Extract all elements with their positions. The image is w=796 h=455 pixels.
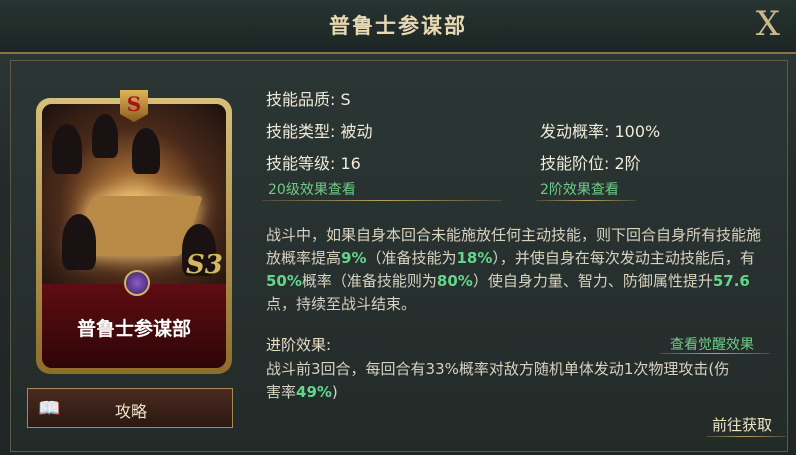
desc-value: 9% (341, 249, 367, 267)
stage-row: 技能阶位: 2阶 (540, 150, 641, 174)
advance-text: ) (331, 383, 338, 401)
desc-value: 80% (436, 272, 473, 290)
artwork-figure (92, 114, 118, 158)
advance-value: 49% (296, 383, 332, 401)
quality-row: 技能品质: S (266, 86, 351, 110)
divider (262, 200, 502, 201)
card-inner: 普鲁士参谋部 (42, 104, 226, 368)
skill-description: 战斗中，如果自身本回合未能施放任何主动技能，则下回合自身所有技能施放概率提高9%… (266, 224, 766, 316)
desc-text: 点，持续至战斗结束。 (266, 295, 417, 313)
type-value: 被动 (340, 122, 373, 141)
awaken-effect-link[interactable]: 查看觉醒效果 (670, 334, 754, 354)
advance-header: 进阶效果: (266, 336, 332, 354)
desc-text: ）使自身力量、智力、防御属性提升 (472, 272, 713, 290)
artwork-figure (52, 124, 82, 174)
level-value: 16 (340, 154, 361, 173)
advance-description: 战斗前3回合，每回合有33%概率对敌方随机单体发动1次物理攻击(伤害率49%) (266, 358, 736, 404)
gem-icon (124, 270, 150, 296)
guide-label: 攻略 (114, 402, 147, 421)
desc-text: ），并使自身在每次发动主动技能后，有 (492, 249, 755, 267)
level20-effect-link[interactable]: 20级效果查看 (268, 179, 356, 199)
level-label: 技能等级: (266, 154, 336, 173)
divider (660, 353, 770, 354)
type-label: 技能类型: (266, 122, 336, 141)
level-mark: S3 (186, 250, 223, 280)
chance-label: 发动概率: (540, 122, 610, 141)
level-row: 技能等级: 16 (266, 150, 361, 174)
skill-card: 普鲁士参谋部 (36, 98, 232, 374)
goto-obtain-button[interactable]: 前往获取 (712, 414, 772, 435)
stage-value: 2阶 (614, 154, 641, 173)
card-name-plate: 普鲁士参谋部 (42, 270, 226, 368)
close-button[interactable]: X (756, 4, 780, 44)
type-row: 技能类型: 被动 (266, 118, 373, 142)
title-bar: 普鲁士参谋部 X (0, 0, 796, 54)
guide-button[interactable]: 📖 攻略 (27, 388, 233, 428)
chance-value: 100% (614, 122, 661, 141)
desc-value: 57.6 (712, 272, 750, 290)
divider (536, 200, 636, 201)
desc-value: 50% (266, 272, 302, 290)
window-title: 普鲁士参谋部 (329, 14, 467, 38)
stage2-effect-link[interactable]: 2阶效果查看 (540, 179, 619, 199)
desc-text: （准备技能为 (366, 249, 457, 267)
artwork-figure (132, 128, 160, 174)
stage-label: 技能阶位: (540, 154, 610, 173)
chance-row: 发动概率: 100% (540, 118, 660, 142)
desc-text: 概率（准备技能则为 (301, 272, 437, 290)
quality-label: 技能品质: (266, 90, 336, 109)
skill-detail-window: 普鲁士参谋部 X 普鲁士参谋部 S S3 📖 攻略 技能品质: S 技能类型: … (0, 0, 796, 455)
artwork-figure (62, 214, 96, 270)
desc-value: 18% (456, 249, 493, 267)
card-name: 普鲁士参谋部 (76, 318, 191, 340)
divider (706, 436, 786, 437)
quality-value: S (340, 90, 351, 109)
